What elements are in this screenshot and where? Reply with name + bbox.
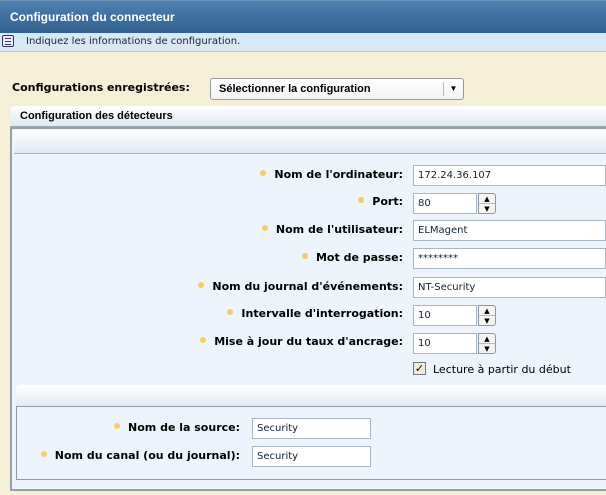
chevron-down-icon[interactable]: ▼ — [443, 82, 463, 96]
message-icon — [2, 35, 14, 47]
computer-name-label: Nom de l'ordinateur: — [260, 168, 403, 181]
required-dot-icon — [358, 197, 365, 203]
saved-config-dropdown[interactable]: Sélectionner la configuration ▼ — [210, 78, 464, 100]
required-dot-icon — [260, 170, 267, 176]
required-dot-icon — [198, 282, 205, 288]
username-input[interactable]: ELMagent — [413, 220, 606, 241]
password-input[interactable]: ******** — [413, 248, 606, 269]
anchor-rate-label: Mise à jour du taux d'ancrage: — [200, 335, 403, 348]
password-label: Mot de passe: — [301, 251, 403, 264]
username-label: Nom de l'utilisateur: — [261, 223, 403, 236]
section-header: Configuration des détecteurs — [10, 106, 606, 127]
arrow-up-icon: ▲ — [479, 194, 495, 204]
info-bar: Indiquez les informations de configurati… — [0, 33, 606, 52]
arrow-down-icon: ▼ — [484, 205, 490, 213]
saved-config-label: Configurations enregistrées: — [12, 81, 190, 94]
required-dot-icon — [114, 423, 121, 429]
dropdown-value: Sélectionner la configuration — [219, 83, 371, 95]
required-dot-icon — [200, 337, 207, 343]
read-from-start-label: Lecture à partir du début — [433, 363, 571, 376]
arrow-up-icon: ▲ — [479, 334, 495, 344]
arrow-down-icon: ▼ — [484, 345, 490, 353]
event-log-label: Nom du journal d'événements: — [198, 280, 403, 293]
source-group-header — [16, 385, 606, 407]
required-dot-icon — [227, 309, 234, 315]
info-text: Indiquez les informations de configurati… — [26, 36, 241, 47]
required-dot-icon — [40, 451, 47, 457]
interval-label: Intervalle d'interrogation: — [227, 307, 403, 320]
computer-name-input[interactable]: 172.24.36.107 — [413, 165, 606, 186]
anchor-rate-input[interactable]: 10 — [413, 333, 477, 354]
port-spinner[interactable]: ▲ ▼ — [478, 193, 496, 214]
interval-spinner[interactable]: ▲ ▼ — [478, 305, 496, 326]
anchor-rate-spinner[interactable]: ▲ ▼ — [478, 333, 496, 354]
channel-name-input[interactable]: Security — [252, 446, 371, 467]
port-input[interactable]: 80 — [413, 193, 477, 214]
window-title: Configuration du connecteur — [0, 0, 606, 33]
interval-input[interactable]: 10 — [413, 305, 477, 326]
event-log-input[interactable]: NT-Security — [413, 277, 606, 298]
arrow-up-icon: ▲ — [479, 306, 495, 316]
required-dot-icon — [301, 253, 308, 259]
source-name-label: Nom de la source: — [114, 421, 240, 434]
required-dot-icon — [261, 225, 268, 231]
port-label: Port: — [358, 195, 403, 208]
panel-subheader — [14, 130, 606, 154]
arrow-down-icon: ▼ — [484, 317, 490, 325]
read-from-start-checkbox[interactable]: ✓ — [413, 362, 426, 375]
channel-name-label: Nom du canal (ou du journal): — [40, 449, 240, 462]
source-name-input[interactable]: Security — [252, 418, 371, 439]
